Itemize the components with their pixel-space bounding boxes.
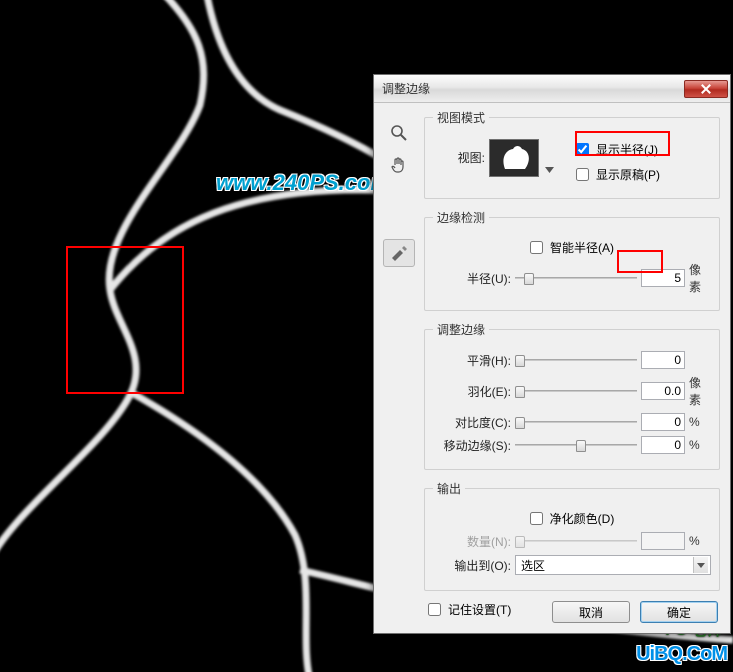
remember-settings-label: 记住设置(T): [448, 601, 511, 618]
shift-edge-slider[interactable]: [515, 437, 637, 453]
contrast-unit: %: [689, 415, 711, 429]
refine-brush-icon: [389, 244, 409, 262]
view-thumbnail[interactable]: [489, 139, 539, 177]
dialog-title: 调整边缘: [382, 80, 430, 97]
refine-edge-dialog: 调整边缘 视图模式 视图:: [373, 74, 731, 634]
chevron-down-icon[interactable]: [545, 167, 554, 173]
smooth-label: 平滑(H):: [433, 352, 511, 369]
purify-color-label: 净化颜色(D): [550, 510, 615, 527]
amount-unit: %: [689, 534, 711, 548]
feather-slider[interactable]: [515, 383, 637, 399]
smooth-input[interactable]: [641, 351, 685, 369]
group-view-mode: 视图模式 视图: 显示半径(J) 显示原稿(P): [424, 109, 720, 199]
output-to-label: 输出到(O):: [433, 557, 511, 574]
group-adjust-edge: 调整边缘 平滑(H): 羽化(E): 像素 对比度(C): % 移动边缘(S):: [424, 321, 720, 470]
watermark-uibq: UiBQ.CoM: [636, 643, 727, 666]
legend-edge-detection: 边缘检测: [433, 209, 489, 226]
close-button[interactable]: [684, 80, 728, 98]
ok-button[interactable]: 确定: [640, 601, 718, 623]
remember-settings-checkbox[interactable]: [428, 603, 441, 616]
zoom-tool[interactable]: [383, 119, 415, 147]
refine-brush-tool[interactable]: [383, 239, 415, 267]
hand-tool[interactable]: [383, 151, 415, 179]
close-icon: [701, 84, 711, 94]
view-label: 视图:: [433, 139, 485, 166]
smart-radius-label: 智能半径(A): [550, 239, 614, 256]
radius-unit: 像素: [689, 261, 711, 295]
legend-output: 输出: [433, 480, 465, 497]
feather-input[interactable]: [641, 382, 685, 400]
shift-edge-label: 移动边缘(S):: [433, 437, 511, 454]
feather-unit: 像素: [689, 374, 711, 408]
output-to-select[interactable]: 选区: [515, 555, 711, 575]
group-edge-detection: 边缘检测 智能半径(A) 半径(U): 像素: [424, 209, 720, 311]
purify-color-checkbox[interactable]: [530, 512, 543, 525]
hand-icon: [390, 156, 408, 174]
legend-view-mode: 视图模式: [433, 109, 489, 126]
dialog-titlebar[interactable]: 调整边缘: [374, 75, 730, 103]
contrast-label: 对比度(C):: [433, 414, 511, 431]
highlight-box: [617, 250, 663, 273]
feather-label: 羽化(E):: [433, 383, 511, 400]
watermark-240ps: www.240PS.com: [216, 170, 390, 196]
output-to-value: 选区: [521, 557, 545, 574]
zoom-icon: [390, 124, 408, 142]
show-original-label: 显示原稿(P): [596, 166, 660, 183]
show-original-checkbox[interactable]: [576, 168, 589, 181]
smooth-slider[interactable]: [515, 352, 637, 368]
tool-column: [380, 115, 418, 271]
radius-label: 半径(U):: [433, 270, 511, 287]
shift-edge-input[interactable]: [641, 436, 685, 454]
legend-adjust-edge: 调整边缘: [433, 321, 489, 338]
contrast-slider[interactable]: [515, 414, 637, 430]
contrast-input[interactable]: [641, 413, 685, 431]
amount-label: 数量(N):: [433, 533, 511, 550]
amount-slider: [515, 533, 637, 549]
shift-edge-unit: %: [689, 438, 711, 452]
smart-radius-checkbox[interactable]: [530, 241, 543, 254]
highlight-box: [575, 131, 670, 156]
cancel-button[interactable]: 取消: [552, 601, 630, 623]
chevron-down-icon: [693, 557, 708, 573]
amount-input: [641, 532, 685, 550]
highlight-box: [66, 246, 184, 394]
group-output: 输出 净化颜色(D) 数量(N): % 输出到(O): 选区: [424, 480, 720, 591]
